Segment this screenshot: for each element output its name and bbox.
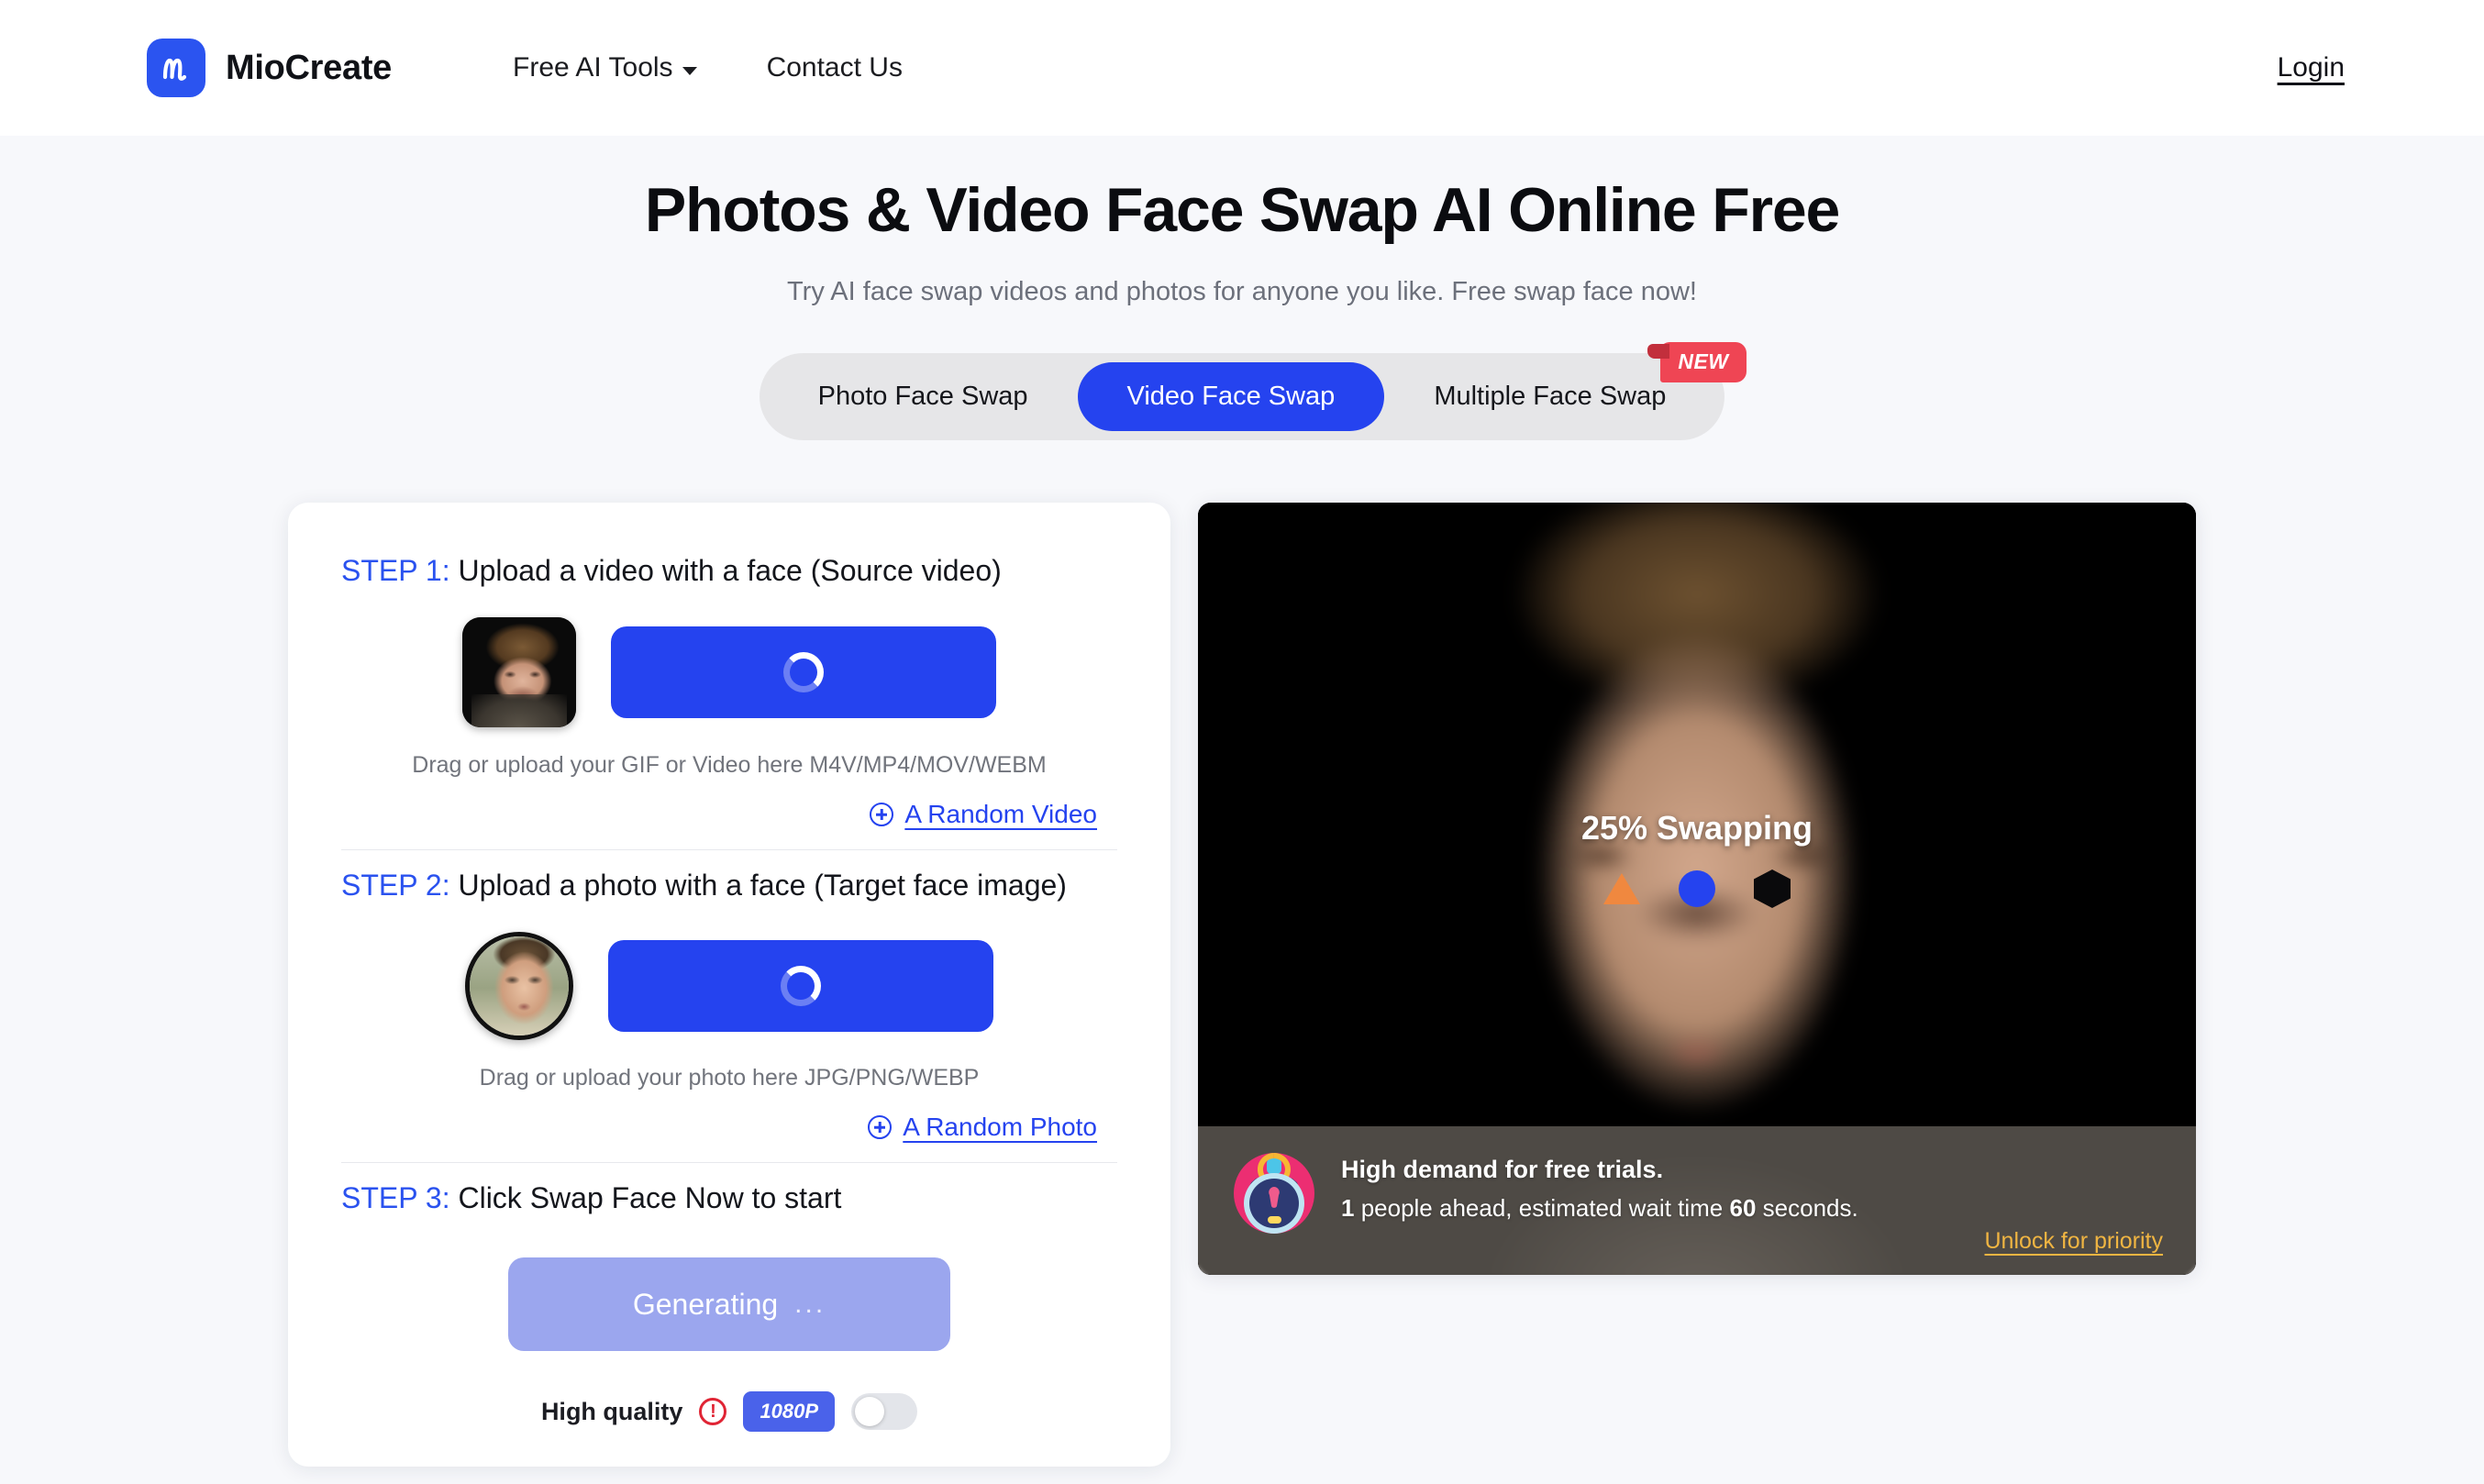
step-3-label: STEP 3: bbox=[341, 1181, 450, 1214]
page-title: Photos & Video Face Swap AI Online Free bbox=[644, 175, 1840, 245]
hexagon-icon bbox=[1754, 869, 1791, 908]
step-2-text: Upload a photo with a face (Target face … bbox=[458, 869, 1067, 902]
queue-notice-bar: High demand for free trials. 1 people ah… bbox=[1198, 1126, 2196, 1275]
step-1: STEP 1: Upload a video with a face (Sour… bbox=[341, 536, 1117, 850]
step-1-hint: Drag or upload your GIF or Video here M4… bbox=[412, 752, 1047, 778]
main-nav: Free AI Tools Contact Us bbox=[513, 52, 903, 83]
random-video-label: A Random Video bbox=[904, 800, 1097, 828]
step-2-body: Drag or upload your photo here JPG/PNG/W… bbox=[341, 903, 1117, 1142]
high-quality-toggle[interactable] bbox=[851, 1393, 918, 1430]
stopwatch-icon bbox=[1231, 1150, 1317, 1236]
circle-icon bbox=[1679, 870, 1715, 907]
triangle-icon bbox=[1603, 873, 1640, 904]
swap-progress-status: 25% Swapping bbox=[1580, 809, 1813, 847]
generate-button-label: Generating bbox=[632, 1287, 779, 1321]
plus-circle-icon bbox=[868, 1115, 893, 1139]
step-1-text: Upload a video with a face (Source video… bbox=[458, 554, 1002, 587]
queue-notice-mid: people ahead, estimated wait time bbox=[1354, 1194, 1730, 1222]
step-1-random-row: A Random Video bbox=[341, 800, 1117, 829]
miocreate-logo-icon bbox=[147, 39, 205, 97]
queue-notice-text: High demand for free trials. 1 people ah… bbox=[1341, 1150, 1858, 1223]
step-2-hint: Drag or upload your photo here JPG/PNG/W… bbox=[479, 1065, 980, 1091]
random-photo-link[interactable]: A Random Photo bbox=[868, 1113, 1097, 1142]
step-1-body: Drag or upload your GIF or Video here M4… bbox=[341, 588, 1117, 829]
swap-face-now-button[interactable]: Generating ... bbox=[508, 1257, 950, 1351]
resolution-chip: 1080P bbox=[743, 1391, 836, 1432]
step-2-upload-row bbox=[465, 932, 993, 1040]
new-badge: NEW bbox=[1647, 342, 1747, 382]
queue-notice-detail: 1 people ahead, estimated wait time 60 s… bbox=[1341, 1194, 1858, 1223]
source-video-frame-image bbox=[462, 617, 576, 727]
high-quality-label: High quality bbox=[540, 1397, 683, 1425]
step-1-upload-row bbox=[462, 617, 996, 727]
high-quality-row: High quality ! 1080P bbox=[341, 1391, 1117, 1467]
random-photo-label: A Random Photo bbox=[903, 1113, 1097, 1141]
plus-circle-icon bbox=[870, 803, 894, 826]
nav-item-free-ai-tools-label: Free AI Tools bbox=[513, 52, 673, 83]
queue-notice-end: seconds. bbox=[1756, 1194, 1858, 1222]
workspace: STEP 1: Upload a video with a face (Sour… bbox=[0, 503, 2484, 1467]
queue-notice-title: High demand for free trials. bbox=[1341, 1156, 1664, 1183]
loading-shapes bbox=[1198, 869, 2196, 908]
step-3-title: STEP 3: Click Swap Face Now to start bbox=[341, 1163, 1117, 1215]
upload-photo-button[interactable] bbox=[608, 940, 993, 1032]
step-2-random-row: A Random Photo bbox=[341, 1113, 1117, 1142]
tab-photo-face-swap[interactable]: Photo Face Swap bbox=[769, 362, 1078, 431]
source-video-thumbnail[interactable] bbox=[462, 617, 576, 727]
random-video-link[interactable]: A Random Video bbox=[870, 800, 1097, 829]
upload-video-button[interactable] bbox=[611, 626, 996, 718]
nav-item-contact-us[interactable]: Contact Us bbox=[767, 52, 903, 83]
toggle-knob bbox=[855, 1397, 885, 1426]
step-3: STEP 3: Click Swap Face Now to start Gen… bbox=[341, 1163, 1117, 1467]
site-header: MioCreate Free AI Tools Contact Us Login bbox=[0, 0, 2484, 136]
loading-spinner-icon bbox=[783, 652, 824, 692]
step-1-title: STEP 1: Upload a video with a face (Sour… bbox=[341, 536, 1117, 588]
step-2: STEP 2: Upload a photo with a face (Targ… bbox=[341, 850, 1117, 1163]
nav-item-contact-us-label: Contact Us bbox=[766, 52, 903, 83]
unlock-for-priority-link[interactable]: Unlock for priority bbox=[1985, 1228, 2164, 1255]
queue-wait-seconds: 60 bbox=[1729, 1194, 1757, 1222]
step-1-label: STEP 1: bbox=[341, 554, 450, 587]
step-2-label: STEP 2: bbox=[341, 869, 450, 902]
queue-people-count: 1 bbox=[1341, 1194, 1355, 1222]
nav-item-free-ai-tools[interactable]: Free AI Tools bbox=[513, 52, 697, 83]
tab-video-face-swap[interactable]: Video Face Swap bbox=[1077, 362, 1385, 431]
step-2-title: STEP 2: Upload a photo with a face (Targ… bbox=[341, 850, 1117, 903]
page-subtitle: Try AI face swap videos and photos for a… bbox=[787, 277, 1697, 306]
chevron-down-icon bbox=[682, 66, 697, 75]
info-warning-icon[interactable]: ! bbox=[699, 1398, 727, 1425]
brand-name: MioCreate bbox=[226, 48, 393, 87]
target-face-image bbox=[470, 936, 569, 1035]
brand-logo[interactable]: MioCreate bbox=[147, 39, 392, 97]
mode-tabs-wrapper: Photo Face Swap Video Face Swap Multiple… bbox=[722, 342, 1763, 440]
preview-panel: 25% Swapping High demand for free trials… bbox=[1198, 503, 2196, 1275]
step-3-text: Click Swap Face Now to start bbox=[458, 1181, 842, 1214]
loading-spinner-icon bbox=[781, 966, 821, 1006]
target-face-thumbnail[interactable] bbox=[465, 932, 573, 1040]
generate-button-dots: ... bbox=[794, 1289, 826, 1319]
mode-tabs: Photo Face Swap Video Face Swap Multiple… bbox=[759, 353, 1725, 440]
login-button[interactable]: Login bbox=[2278, 52, 2345, 83]
hero-section: Photos & Video Face Swap AI Online Free … bbox=[0, 136, 2484, 307]
steps-panel: STEP 1: Upload a video with a face (Sour… bbox=[288, 503, 1170, 1467]
